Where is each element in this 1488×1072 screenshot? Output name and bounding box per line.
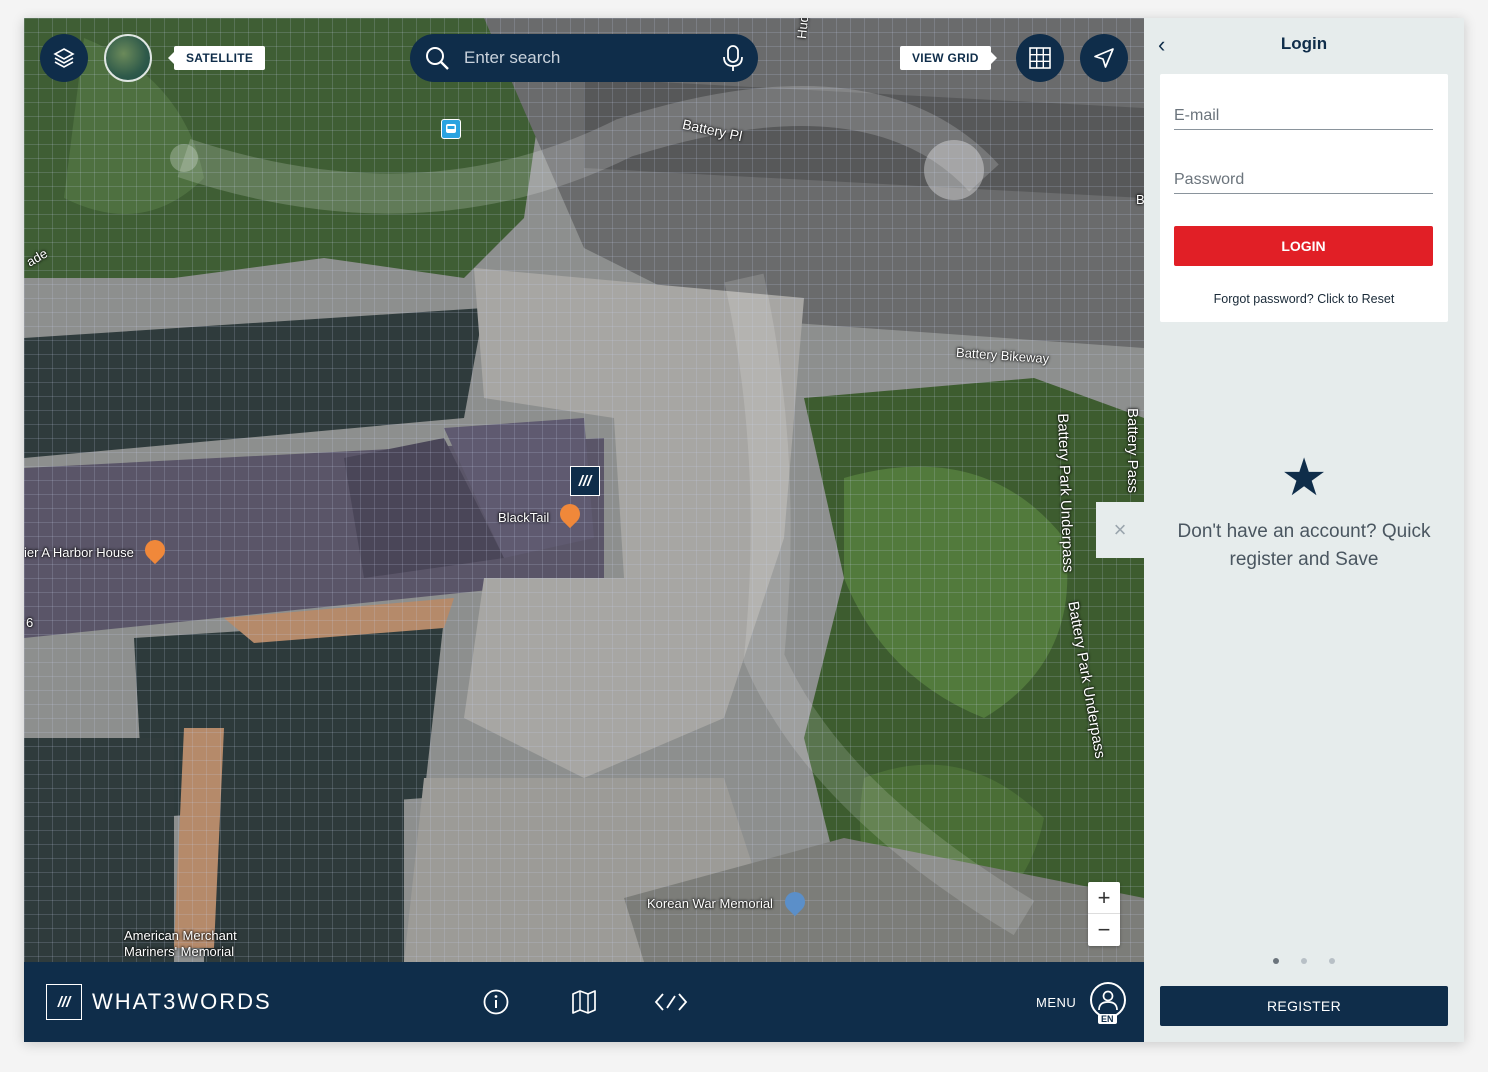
- poi-label-blacktail[interactable]: BlackTail: [498, 510, 549, 525]
- w3w-logo-mark[interactable]: ///: [46, 984, 82, 1020]
- view-grid-tag: VIEW GRID: [900, 46, 997, 70]
- microphone-icon[interactable]: [722, 44, 744, 72]
- map-icon[interactable]: [570, 988, 598, 1016]
- user-icon: [1098, 990, 1118, 1011]
- login-card: LOGIN Forgot password? Click to Reset: [1160, 74, 1448, 322]
- login-button[interactable]: LOGIN: [1174, 226, 1433, 266]
- zoom-in-button[interactable]: +: [1088, 882, 1120, 914]
- poi-label-korean-memorial[interactable]: Korean War Memorial: [647, 896, 773, 911]
- search-icon: [426, 47, 449, 70]
- password-input[interactable]: [1174, 171, 1433, 189]
- email-field[interactable]: [1174, 98, 1433, 130]
- carousel-dot-3[interactable]: [1329, 958, 1335, 964]
- star-icon: ★: [1280, 449, 1328, 507]
- login-panel: ‹ Login LOGIN Forgot password? Click to …: [1144, 18, 1464, 1042]
- poi-label-merchant-memorial[interactable]: American Merchant Mariners' Memorial: [124, 928, 264, 960]
- menu-label[interactable]: MENU: [1036, 995, 1076, 1010]
- register-promo-text: Don't have an account? Quick register an…: [1177, 521, 1431, 570]
- app-window: SATELLITE VIEW GRID: [24, 18, 1464, 1042]
- language-badge[interactable]: EN: [1098, 1014, 1117, 1024]
- bus-stop-icon[interactable]: [441, 119, 461, 139]
- satellite-map[interactable]: SATELLITE VIEW GRID: [24, 18, 1144, 962]
- underpass-label-3: Battery Pass: [1124, 408, 1141, 494]
- search-bar[interactable]: [410, 34, 758, 82]
- grid-icon: [1029, 47, 1051, 69]
- layers-icon: [53, 48, 75, 68]
- satellite-tag: SATELLITE: [167, 46, 266, 70]
- footer-bar: /// WHAT3WORDS MENU EN: [24, 962, 1144, 1042]
- search-input[interactable]: [464, 48, 722, 68]
- password-field[interactable]: [1174, 162, 1433, 194]
- zoom-control: + −: [1088, 882, 1120, 946]
- carousel-dots: [1144, 958, 1464, 964]
- zoom-out-button[interactable]: −: [1088, 914, 1120, 946]
- carousel-dot-1[interactable]: [1273, 958, 1279, 964]
- close-panel-button[interactable]: ×: [1096, 502, 1144, 558]
- forgot-password-link[interactable]: Forgot password? Click to Reset: [1160, 292, 1448, 306]
- navigation-arrow-icon: [1094, 48, 1114, 68]
- layers-button[interactable]: [40, 34, 88, 82]
- register-button[interactable]: REGISTER: [1160, 986, 1448, 1026]
- edge-letter-label: B: [1136, 192, 1144, 207]
- view-grid-button[interactable]: [1016, 34, 1064, 82]
- side-number-label: 6: [26, 615, 34, 630]
- poi-label-harbor-house[interactable]: ier A Harbor House: [24, 545, 134, 560]
- close-icon: ×: [1113, 517, 1127, 542]
- info-icon[interactable]: [482, 988, 510, 1016]
- w3w-square-marker[interactable]: ///: [570, 466, 600, 496]
- user-account-button[interactable]: [1090, 982, 1126, 1018]
- locate-me-button[interactable]: [1080, 34, 1128, 82]
- panel-title: Login: [1280, 34, 1328, 53]
- carousel-dot-2[interactable]: [1301, 958, 1307, 964]
- w3w-logo-text[interactable]: WHAT3WORDS: [92, 989, 272, 1015]
- code-icon[interactable]: [654, 988, 688, 1016]
- email-input[interactable]: [1174, 107, 1433, 125]
- satellite-layer-thumbnail[interactable]: [104, 34, 152, 82]
